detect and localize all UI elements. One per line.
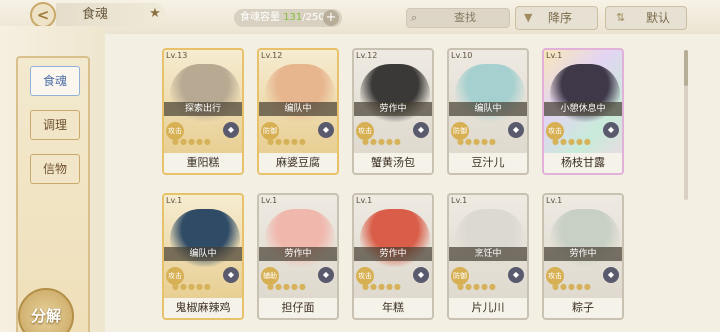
element-icon: ◆ (508, 267, 524, 283)
back-arrow-icon[interactable]: < (30, 2, 56, 28)
top-bar: < 食魂 ★ 食魂容量 131/250 + ⌕ 查找 ▼ 降序 ⇅ 默认 (0, 0, 720, 34)
food-soul-card[interactable]: Lv.1 烹饪中 防御 ◆ ●●●●● 片儿川 (447, 193, 529, 320)
card-name: 麻婆豆腐 (259, 153, 337, 173)
sidebar: 食魂 调理 信物 分解 (0, 26, 105, 332)
card-level: Lv.10 (451, 51, 473, 60)
card-grid: Lv.13 探索出行 攻击 ◆ ●●●●● 重阳糕 Lv.12 编队中 防御 ◆ ●●●●● 麻婆豆腐… (162, 48, 674, 332)
card-status: 劳作中 (544, 247, 622, 261)
element-icon: ◆ (413, 122, 429, 138)
default-label: 默认 (646, 11, 671, 25)
card-level: Lv.1 (451, 196, 468, 205)
star-rating: ●●●●● (362, 282, 402, 291)
card-name: 年糕 (354, 298, 432, 318)
star-rating: ●●●●● (172, 282, 212, 291)
scrollbar-thumb[interactable] (684, 50, 688, 86)
card-status: 编队中 (164, 247, 242, 261)
card-status: 编队中 (449, 102, 527, 116)
capacity-current: 131 (283, 12, 303, 23)
tab-token[interactable]: 信物 (30, 154, 80, 184)
card-status: 劳作中 (354, 102, 432, 116)
search-input[interactable]: ⌕ 查找 (406, 8, 510, 28)
element-icon: ◆ (223, 267, 239, 283)
card-name: 鬼椒麻辣鸡 (164, 298, 242, 318)
card-status: 编队中 (259, 102, 337, 116)
card-status: 劳作中 (259, 247, 337, 261)
sort-arrow-icon: ▼ (524, 11, 533, 24)
element-icon: ◆ (318, 122, 334, 138)
card-status: 烹饪中 (449, 247, 527, 261)
card-name: 片儿川 (449, 298, 527, 318)
food-soul-card[interactable]: Lv.1 小憩休息中 攻击 ◆ ●●●●● 杨枝甘露 (542, 48, 624, 175)
card-name: 担仔面 (259, 298, 337, 318)
element-icon: ◆ (603, 267, 619, 283)
star-rating: ●●●●● (552, 137, 592, 146)
card-status: 小憩休息中 (544, 102, 622, 116)
card-status: 劳作中 (354, 247, 432, 261)
sort-order-button[interactable]: ▼ 降序 (515, 6, 598, 30)
element-icon: ◆ (508, 122, 524, 138)
food-soul-card[interactable]: Lv.12 劳作中 攻击 ◆ ●●●●● 蟹黄汤包 (352, 48, 434, 175)
star-rating: ●●●●● (457, 282, 497, 291)
card-level: Lv.13 (166, 51, 188, 60)
card-name: 豆汁儿 (449, 153, 527, 173)
star-rating: ●●●●● (267, 282, 307, 291)
star-rating: ●●●●● (267, 137, 307, 146)
sort-label: 降序 (548, 11, 573, 25)
card-level: Lv.12 (356, 51, 378, 60)
food-soul-card[interactable]: Lv.1 劳作中 辅助 ◆ ●●●●● 担仔面 (257, 193, 339, 320)
capacity-max: /250 (302, 12, 325, 23)
card-level: Lv.12 (261, 51, 283, 60)
card-name: 蟹黄汤包 (354, 153, 432, 173)
star-rating: ●●●●● (362, 137, 402, 146)
swap-icon: ⇅ (616, 11, 626, 24)
scrollbar[interactable] (684, 50, 688, 200)
star-rating: ●●●●● (552, 282, 592, 291)
card-name: 重阳糕 (164, 153, 242, 173)
star-rating: ●●●●● (457, 137, 497, 146)
card-level: Lv.1 (261, 196, 278, 205)
default-sort-button[interactable]: ⇅ 默认 (605, 6, 687, 30)
search-placeholder: 查找 (454, 11, 476, 24)
card-name: 粽子 (544, 298, 622, 318)
element-icon: ◆ (603, 122, 619, 138)
food-soul-card[interactable]: Lv.12 编队中 防御 ◆ ●●●●● 麻婆豆腐 (257, 48, 339, 175)
tab-conditioning[interactable]: 调理 (30, 110, 80, 140)
star-rating: ●●●●● (172, 137, 212, 146)
tab-food-soul[interactable]: 食魂 (30, 66, 80, 96)
card-status: 探索出行 (164, 102, 242, 116)
food-soul-card[interactable]: Lv.1 劳作中 攻击 ◆ ●●●●● 年糕 (352, 193, 434, 320)
card-level: Lv.1 (546, 196, 563, 205)
card-level: Lv.1 (546, 51, 563, 60)
card-name: 杨枝甘露 (544, 153, 622, 173)
element-icon: ◆ (223, 122, 239, 138)
card-level: Lv.1 (356, 196, 373, 205)
capacity-label: 食魂容量 (240, 12, 280, 23)
food-soul-card[interactable]: Lv.1 劳作中 攻击 ◆ ●●●●● 粽子 (542, 193, 624, 320)
card-level: Lv.1 (166, 196, 183, 205)
home-icon[interactable]: ★ (148, 7, 162, 21)
add-capacity-button[interactable]: + (323, 10, 339, 26)
element-icon: ◆ (413, 267, 429, 283)
food-soul-card[interactable]: Lv.1 编队中 攻击 ◆ ●●●●● 鬼椒麻辣鸡 (162, 193, 244, 320)
food-soul-card[interactable]: Lv.10 编队中 防御 ◆ ●●●●● 豆汁儿 (447, 48, 529, 175)
food-soul-card[interactable]: Lv.13 探索出行 攻击 ◆ ●●●●● 重阳糕 (162, 48, 244, 175)
element-icon: ◆ (318, 267, 334, 283)
